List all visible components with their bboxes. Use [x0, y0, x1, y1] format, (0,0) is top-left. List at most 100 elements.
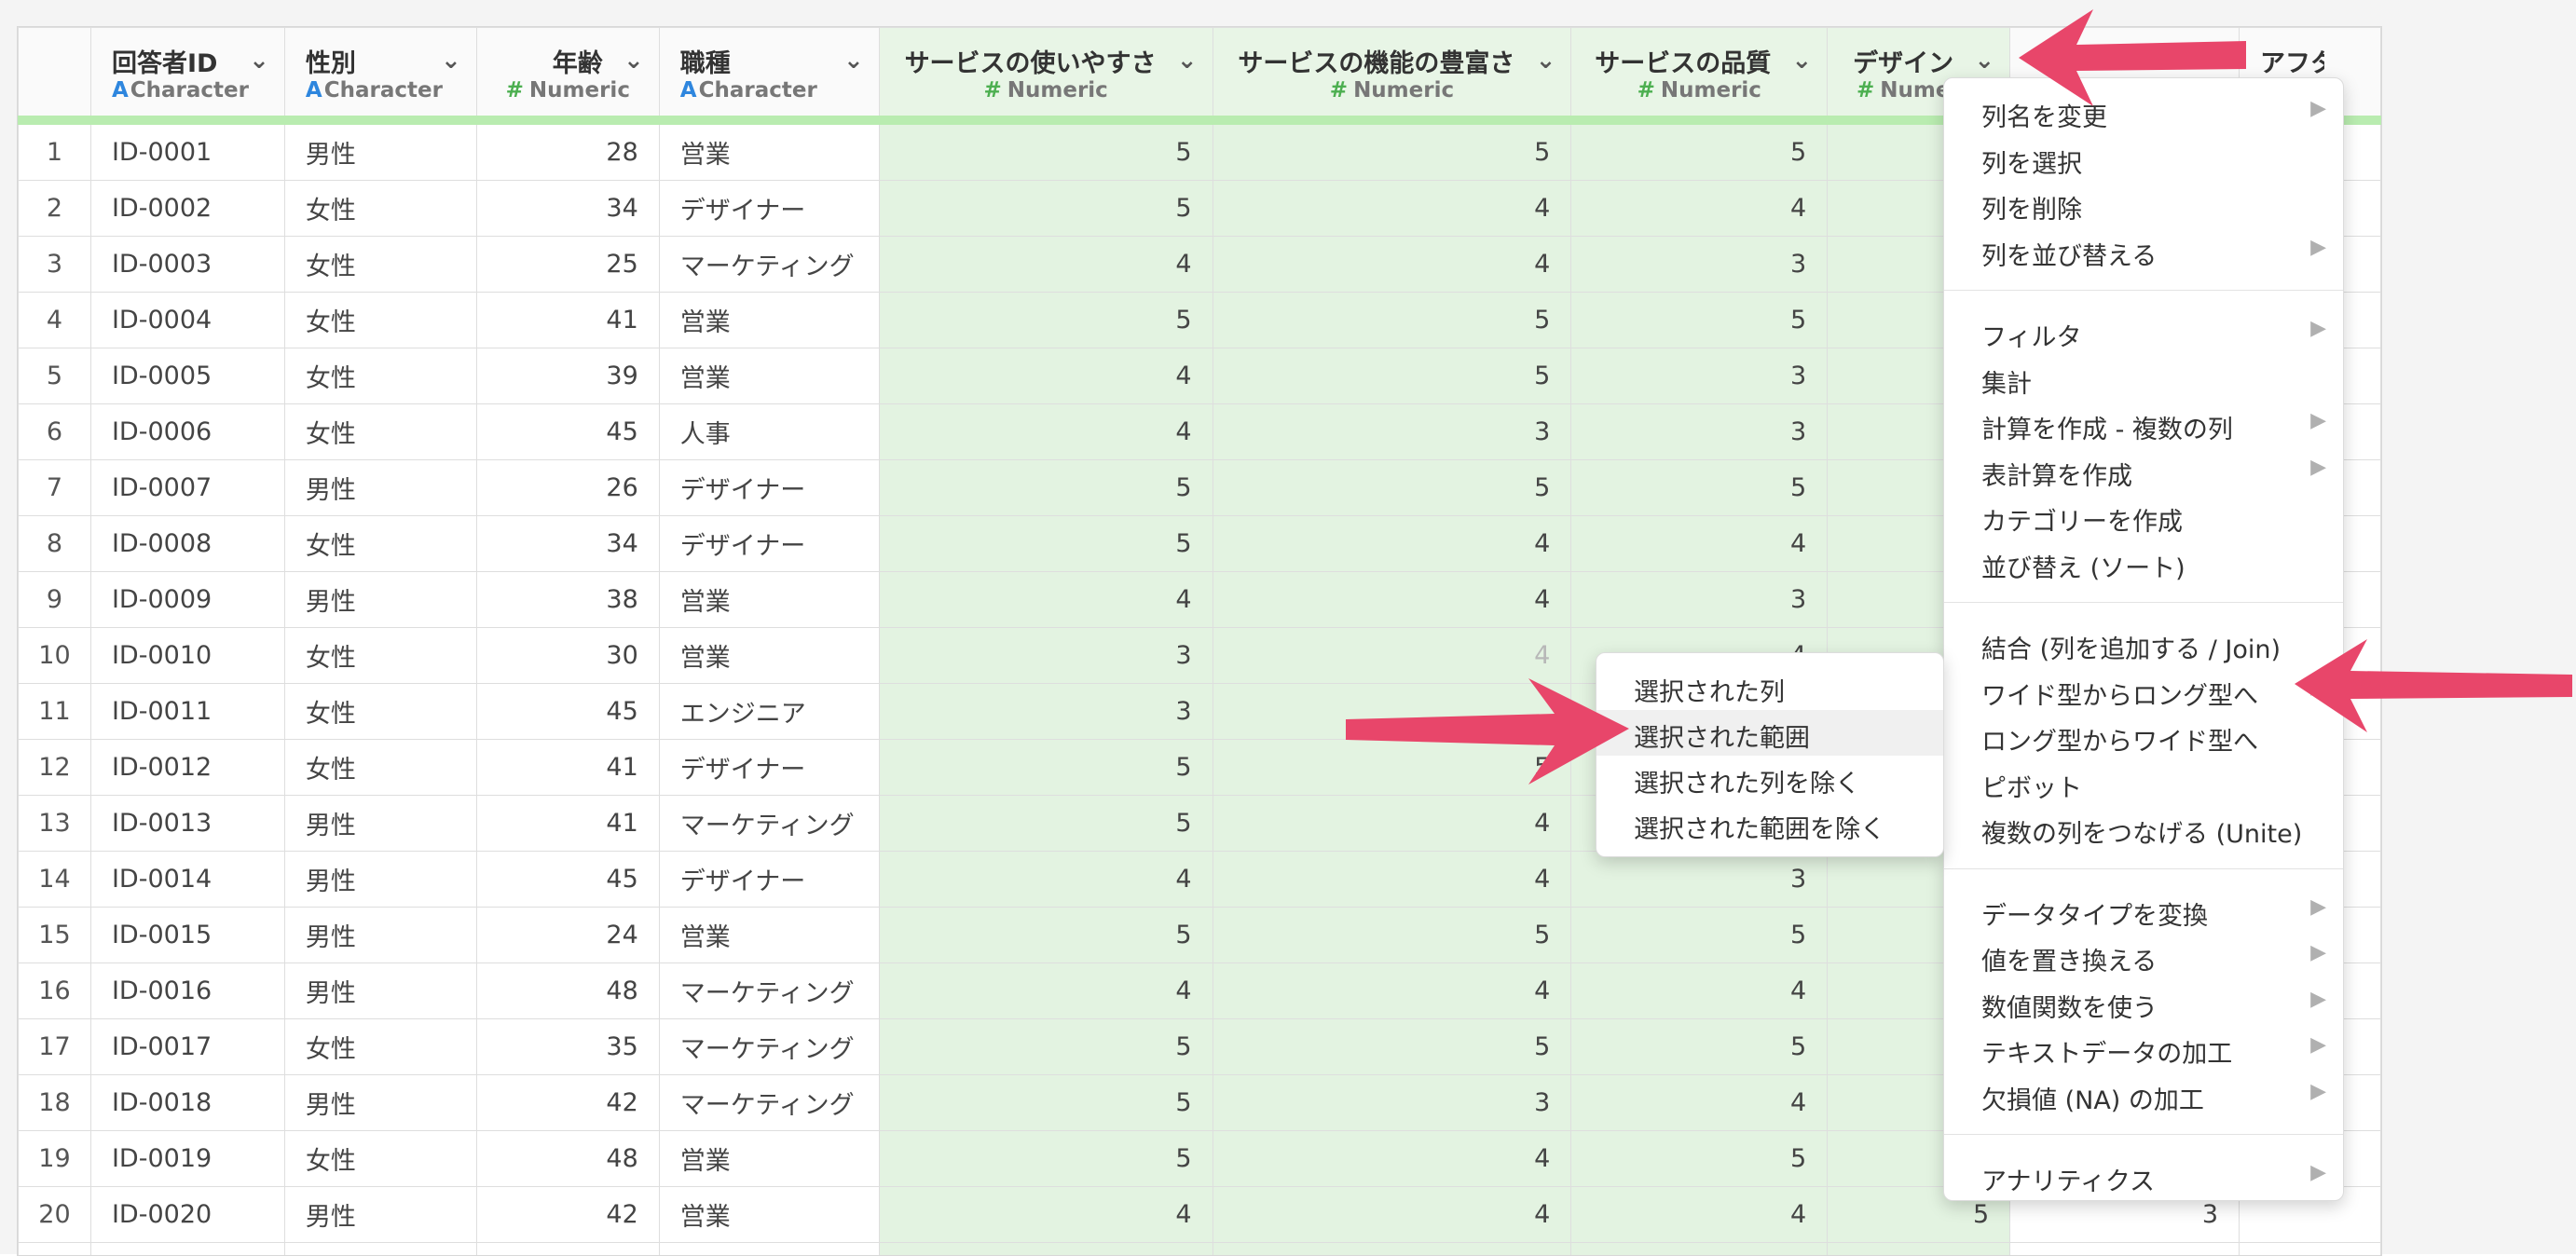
- table-cell[interactable]: 4: [879, 572, 1213, 628]
- table-cell[interactable]: 5: [1213, 120, 1571, 181]
- table-cell[interactable]: 5: [1571, 460, 1828, 516]
- table-cell[interactable]: 3: [1571, 852, 1828, 908]
- menu-item[interactable]: 値を置き換える▶: [1944, 934, 2343, 979]
- table-cell[interactable]: 42: [476, 1075, 659, 1131]
- table-cell[interactable]: 45: [476, 404, 659, 460]
- menu-item[interactable]: 表計算を作成▶: [1944, 448, 2343, 494]
- table-cell[interactable]: 営業: [659, 628, 879, 684]
- table-cell[interactable]: ID-0001: [90, 120, 284, 181]
- table-cell[interactable]: 5: [1571, 120, 1828, 181]
- table-cell[interactable]: ID-0004: [90, 293, 284, 348]
- menu-item[interactable]: アナリティクス▶: [1944, 1154, 2343, 1199]
- table-cell[interactable]: [1213, 684, 1571, 740]
- chevron-down-icon[interactable]: ⌄: [623, 47, 644, 75]
- submenu-item[interactable]: 選択された列: [1596, 664, 1943, 710]
- table-cell[interactable]: 34: [476, 181, 659, 237]
- menu-item[interactable]: フィルタ▶: [1944, 309, 2343, 355]
- table-cell[interactable]: ID-0018: [90, 1075, 284, 1131]
- table-cell[interactable]: マーケティング: [659, 237, 879, 293]
- menu-item[interactable]: 計算を作成 - 複数の列▶: [1944, 402, 2343, 447]
- table-cell[interactable]: 5: [1213, 293, 1571, 348]
- table-cell[interactable]: ID-0020: [90, 1187, 284, 1243]
- table-cell[interactable]: 5: [1213, 460, 1571, 516]
- table-cell[interactable]: 4: [1213, 852, 1571, 908]
- submenu-item[interactable]: 選択された範囲: [1596, 710, 1943, 756]
- menu-item[interactable]: データタイプを変換▶: [1944, 888, 2343, 934]
- table-cell[interactable]: 3: [1571, 404, 1828, 460]
- chevron-down-icon[interactable]: ⌄: [249, 47, 269, 75]
- table-cell[interactable]: 4: [1213, 628, 1571, 684]
- column-header-6[interactable]: サービスの機能の豊富さ#Numeric⌄: [1213, 28, 1571, 121]
- column-header-0[interactable]: [19, 28, 91, 121]
- table-cell[interactable]: 女性: [284, 740, 476, 796]
- menu-item[interactable]: 列を並び替える▶: [1944, 228, 2343, 274]
- table-cell[interactable]: 48: [476, 963, 659, 1019]
- table-cell[interactable]: 4: [879, 1187, 1213, 1243]
- table-cell[interactable]: 4: [879, 348, 1213, 404]
- table-cell[interactable]: 3: [879, 684, 1213, 740]
- table-cell[interactable]: デザイナー: [659, 460, 879, 516]
- table-cell[interactable]: 4: [1571, 181, 1828, 237]
- table-cell[interactable]: デザイナー: [659, 852, 879, 908]
- table-cell[interactable]: 5: [1571, 293, 1828, 348]
- table-cell[interactable]: 4: [879, 404, 1213, 460]
- table-cell[interactable]: 24: [476, 908, 659, 963]
- table-cell[interactable]: 5: [879, 1131, 1213, 1187]
- table-cell[interactable]: マーケティング: [659, 1019, 879, 1075]
- table-cell[interactable]: 5: [1213, 348, 1571, 404]
- table-cell[interactable]: 5: [1571, 1131, 1828, 1187]
- chevron-down-icon[interactable]: ⌄: [843, 47, 864, 75]
- table-cell[interactable]: 男性: [284, 1075, 476, 1131]
- table-cell[interactable]: 4: [1213, 572, 1571, 628]
- table-cell[interactable]: 女性: [284, 181, 476, 237]
- table-cell[interactable]: 26: [476, 460, 659, 516]
- table-cell[interactable]: 5: [879, 1019, 1213, 1075]
- chevron-down-icon[interactable]: ⌄: [1536, 47, 1556, 75]
- menu-item[interactable]: テキストデータの加工▶: [1944, 1026, 2343, 1072]
- table-cell[interactable]: 41: [476, 796, 659, 852]
- table-cell[interactable]: 5: [879, 120, 1213, 181]
- table-cell[interactable]: 女性: [284, 628, 476, 684]
- menu-item[interactable]: 欠損値 (NA) の加工▶: [1944, 1072, 2343, 1118]
- table-cell[interactable]: 営業: [659, 1131, 879, 1187]
- table-cell[interactable]: ID-0009: [90, 572, 284, 628]
- table-cell[interactable]: 男性: [284, 852, 476, 908]
- column-header-5[interactable]: サービスの使いやすさ#Numeric⌄: [879, 28, 1213, 121]
- table-cell[interactable]: 男性: [284, 796, 476, 852]
- table-cell[interactable]: デザイナー: [659, 181, 879, 237]
- menu-item[interactable]: 列を削除: [1944, 182, 2343, 227]
- column-header-7[interactable]: サービスの品質#Numeric⌄: [1571, 28, 1828, 121]
- table-cell[interactable]: 38: [476, 572, 659, 628]
- table-cell[interactable]: ID-0005: [90, 348, 284, 404]
- table-cell[interactable]: 25: [476, 237, 659, 293]
- table-cell[interactable]: 3: [1213, 404, 1571, 460]
- table-cell[interactable]: ID-0016: [90, 963, 284, 1019]
- table-cell[interactable]: ID-0011: [90, 684, 284, 740]
- table-cell[interactable]: マーケティング: [659, 963, 879, 1019]
- table-cell[interactable]: 男性: [284, 963, 476, 1019]
- table-cell[interactable]: 5: [879, 293, 1213, 348]
- table-cell[interactable]: 41: [476, 740, 659, 796]
- menu-item[interactable]: カテゴリーを作成: [1944, 494, 2343, 539]
- table-cell[interactable]: 4: [1213, 1131, 1571, 1187]
- table-cell[interactable]: 人事: [659, 404, 879, 460]
- table-cell[interactable]: 5: [879, 796, 1213, 852]
- table-cell[interactable]: 4: [1213, 1187, 1571, 1243]
- table-cell[interactable]: 女性: [284, 1019, 476, 1075]
- table-cell[interactable]: 5: [1571, 908, 1828, 963]
- menu-item[interactable]: 並び替え (ソート): [1944, 540, 2343, 586]
- table-cell[interactable]: エンジニア: [659, 684, 879, 740]
- table-cell[interactable]: 3: [1571, 237, 1828, 293]
- table-cell[interactable]: 3: [879, 628, 1213, 684]
- table-cell[interactable]: 営業: [659, 293, 879, 348]
- menu-item[interactable]: 列名を変更▶: [1944, 89, 2343, 135]
- table-cell[interactable]: デザイナー: [659, 516, 879, 572]
- submenu-item[interactable]: 選択された列を除く: [1596, 756, 1943, 801]
- table-cell[interactable]: ID-0006: [90, 404, 284, 460]
- table-cell[interactable]: 30: [476, 628, 659, 684]
- table-cell[interactable]: 5: [1213, 908, 1571, 963]
- table-cell[interactable]: ID-0017: [90, 1019, 284, 1075]
- table-cell[interactable]: ID-0012: [90, 740, 284, 796]
- table-cell[interactable]: 28: [476, 120, 659, 181]
- table-cell[interactable]: 3: [1213, 1075, 1571, 1131]
